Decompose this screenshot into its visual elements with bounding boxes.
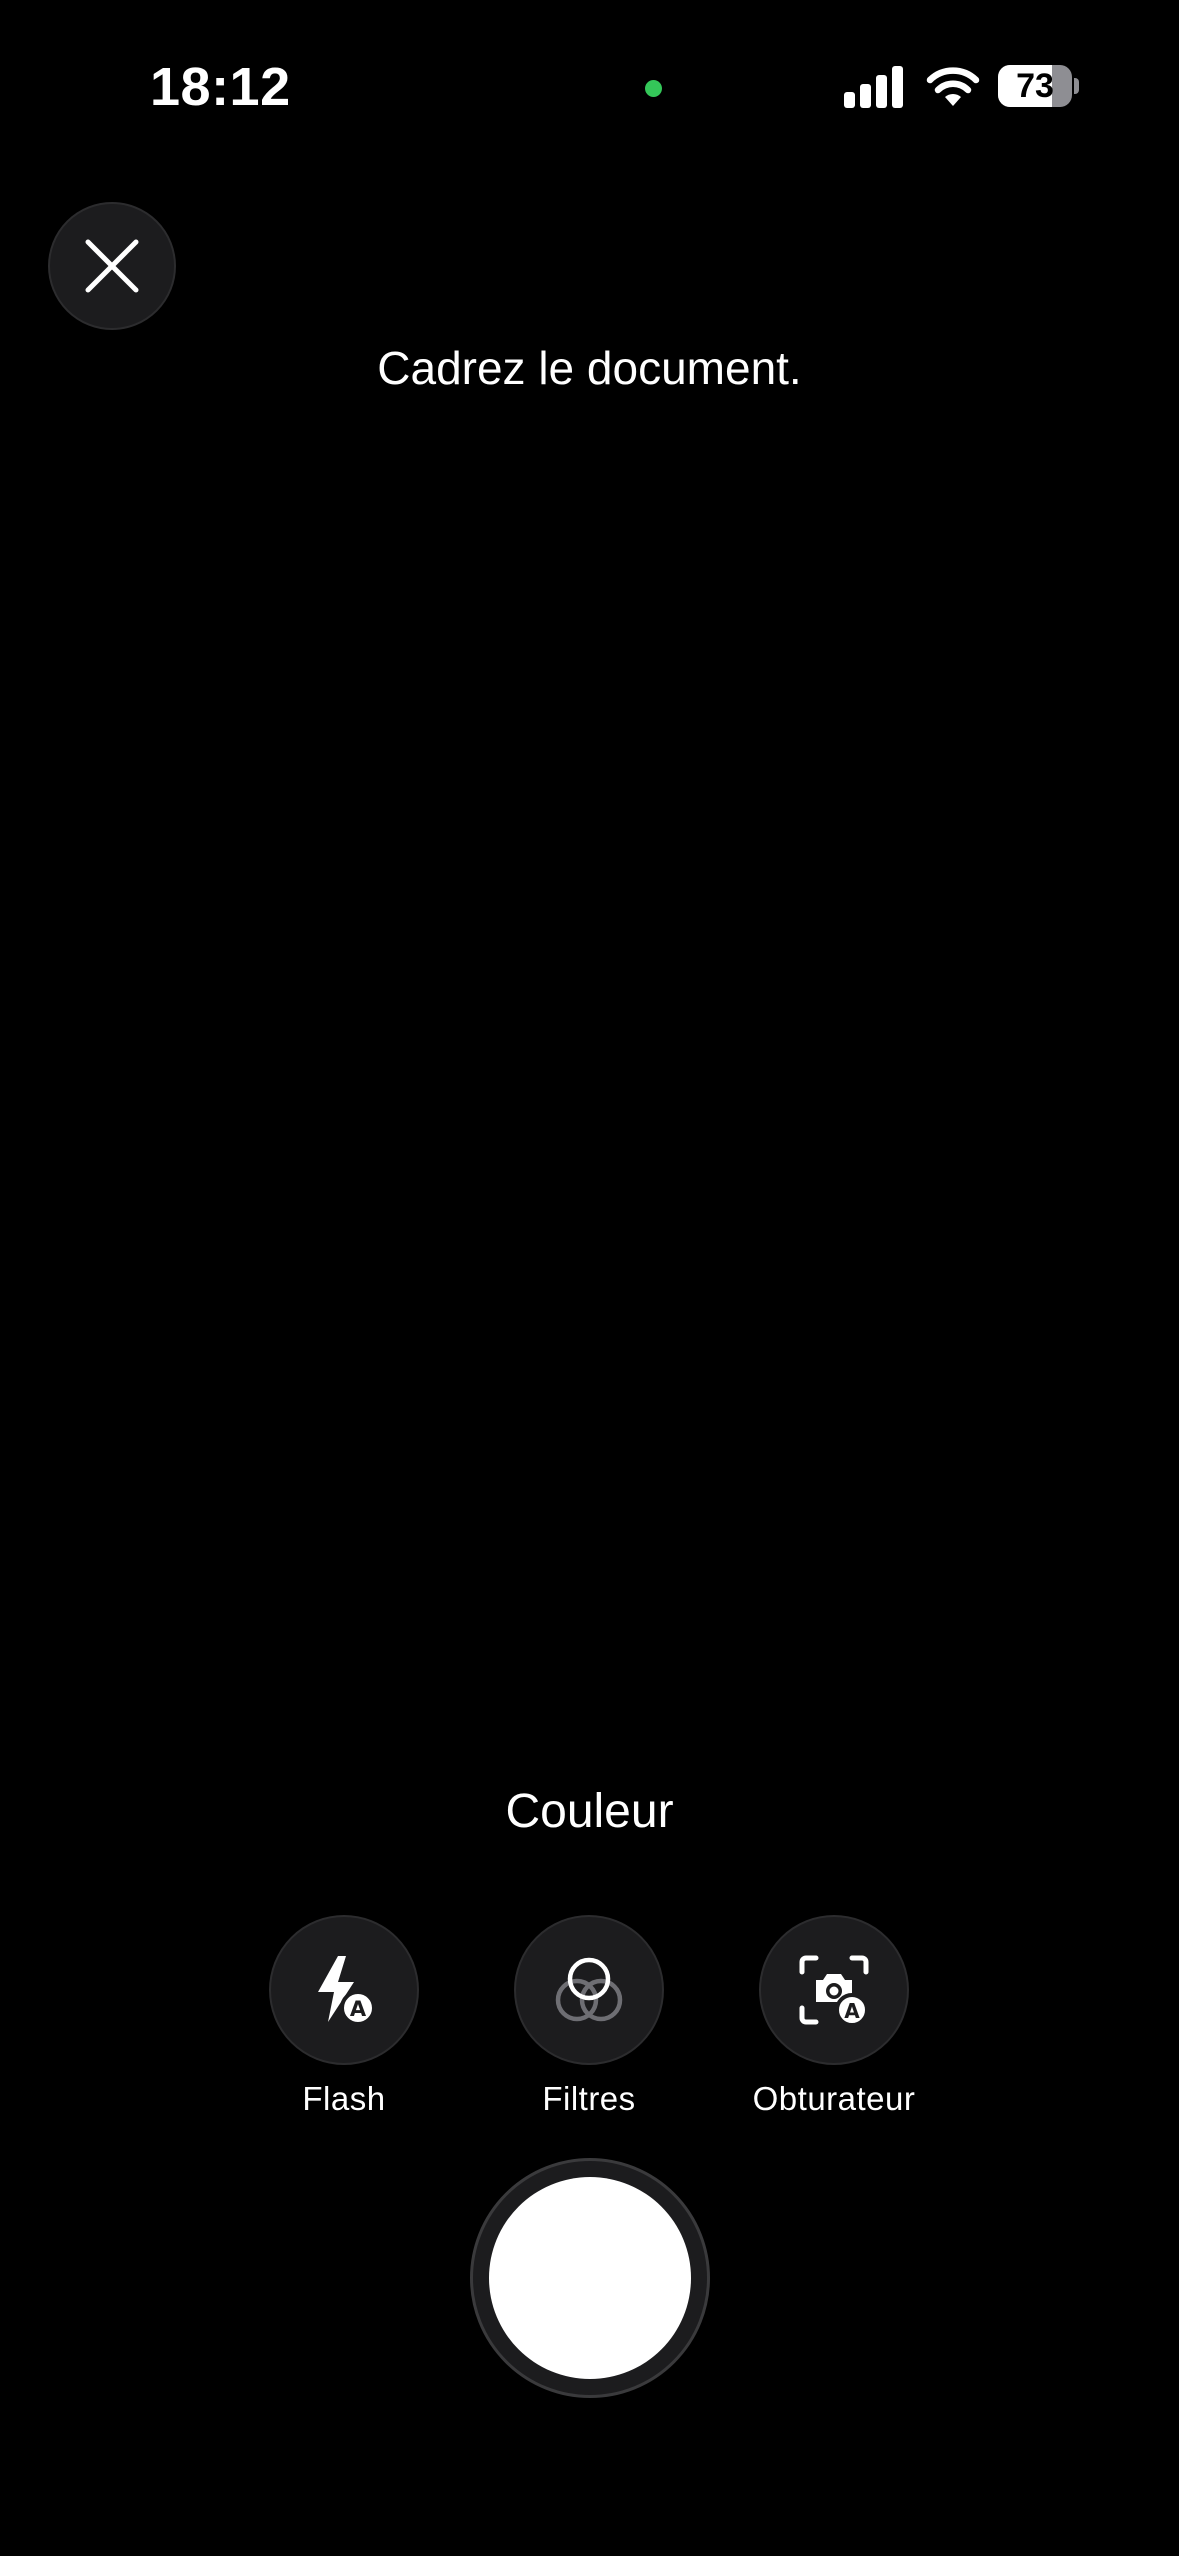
svg-text:A: A (844, 1999, 860, 2023)
battery-indicator: 73 (998, 65, 1079, 107)
wifi-icon (925, 62, 981, 111)
filters-button-circle[interactable] (514, 1915, 664, 2065)
color-mode-label[interactable]: Couleur (0, 1780, 1179, 1844)
filters-icon (551, 1952, 627, 2028)
privacy-indicator-dot (645, 80, 662, 97)
flash-button-circle[interactable]: A (269, 1915, 419, 2065)
shutter-button[interactable] (470, 2158, 710, 2398)
flash-auto-icon: A (306, 1952, 382, 2028)
auto-shutter-button-circle[interactable]: A (759, 1915, 909, 2065)
auto-shutter-button[interactable]: A Obturateur (714, 1915, 954, 2121)
filters-label: Filtres (542, 2080, 636, 2117)
auto-shutter-label: Obturateur (752, 2080, 916, 2117)
auto-shutter-icon: A (796, 1952, 872, 2028)
close-icon (84, 238, 140, 294)
filters-button[interactable]: Filtres (469, 1915, 709, 2121)
close-button[interactable] (48, 202, 176, 330)
shutter-button-inner[interactable] (489, 2177, 691, 2379)
flash-label: Flash (302, 2080, 386, 2117)
svg-text:A: A (350, 1997, 367, 2021)
status-time: 18:12 (150, 57, 291, 117)
battery-percent: 73 (1016, 67, 1054, 105)
cellular-signal-icon (844, 64, 904, 113)
flash-button[interactable]: A Flash (224, 1915, 464, 2121)
instruction-text: Cadrez le document. (377, 342, 802, 394)
